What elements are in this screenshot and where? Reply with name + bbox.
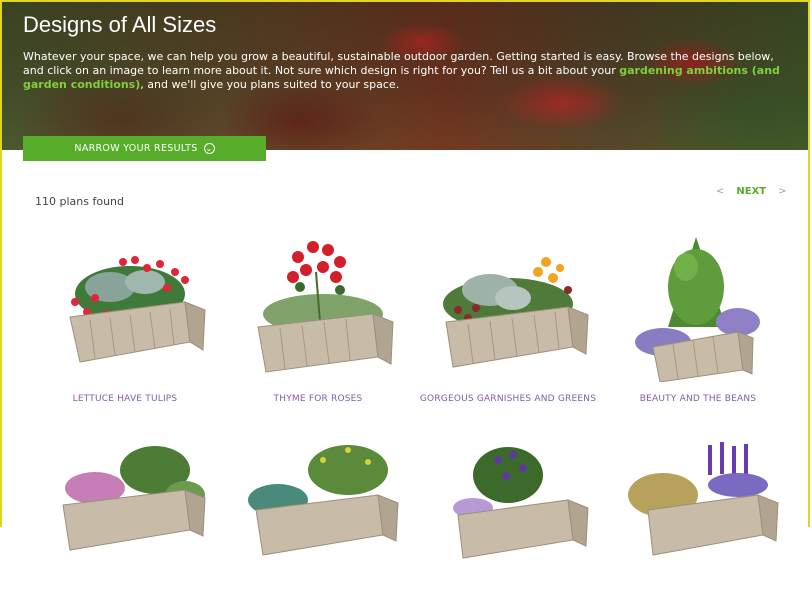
- results-count: 110 plans found: [35, 195, 124, 208]
- plan-image[interactable]: [35, 440, 215, 590]
- hero-text-after: , and we'll give you plans suited to you…: [140, 78, 400, 91]
- plan-card[interactable]: [35, 440, 215, 602]
- plan-card[interactable]: BEAUTY AND THE BEANS: [608, 232, 788, 404]
- plan-image[interactable]: [418, 440, 598, 590]
- plan-title[interactable]: LETTUCE HAVE TULIPS: [35, 394, 215, 404]
- plan-image-beauty-beans[interactable]: [608, 232, 788, 383]
- next-page-button[interactable]: NEXT: [736, 186, 766, 197]
- chevron-circle-down-icon: ⌄: [203, 143, 215, 154]
- plan-title[interactable]: GORGEOUS GARNISHES AND GREENS: [418, 394, 598, 404]
- plan-card[interactable]: [418, 440, 598, 602]
- plan-card[interactable]: GORGEOUS GARNISHES AND GREENS: [418, 232, 598, 404]
- hero-banner: Designs of All Sizes Whatever your space…: [2, 2, 808, 150]
- plan-card[interactable]: THYME FOR ROSES: [228, 232, 408, 404]
- narrow-results-button[interactable]: NARROW YOUR RESULTS ⌄: [23, 136, 266, 161]
- next-arrow-icon[interactable]: >: [778, 186, 786, 197]
- plan-image-garnishes-greens[interactable]: [418, 232, 598, 382]
- pagination: < NEXT >: [716, 186, 787, 197]
- page-title: Designs of All Sizes: [23, 12, 217, 37]
- plan-image-thyme-roses[interactable]: [228, 232, 408, 382]
- prev-page-button[interactable]: <: [716, 186, 724, 197]
- plan-title[interactable]: BEAUTY AND THE BEANS: [608, 394, 788, 404]
- narrow-results-label: NARROW YOUR RESULTS: [74, 143, 198, 154]
- plan-image[interactable]: [228, 440, 408, 590]
- hero-description: Whatever your space, we can help you gro…: [23, 50, 783, 92]
- plan-card[interactable]: LETTUCE HAVE TULIPS: [35, 232, 215, 404]
- plan-card[interactable]: [608, 440, 788, 602]
- plan-image-lettuce-tulips[interactable]: [35, 232, 215, 382]
- plan-card[interactable]: [228, 440, 408, 602]
- plan-title[interactable]: THYME FOR ROSES: [228, 394, 408, 404]
- plan-image[interactable]: [608, 440, 788, 590]
